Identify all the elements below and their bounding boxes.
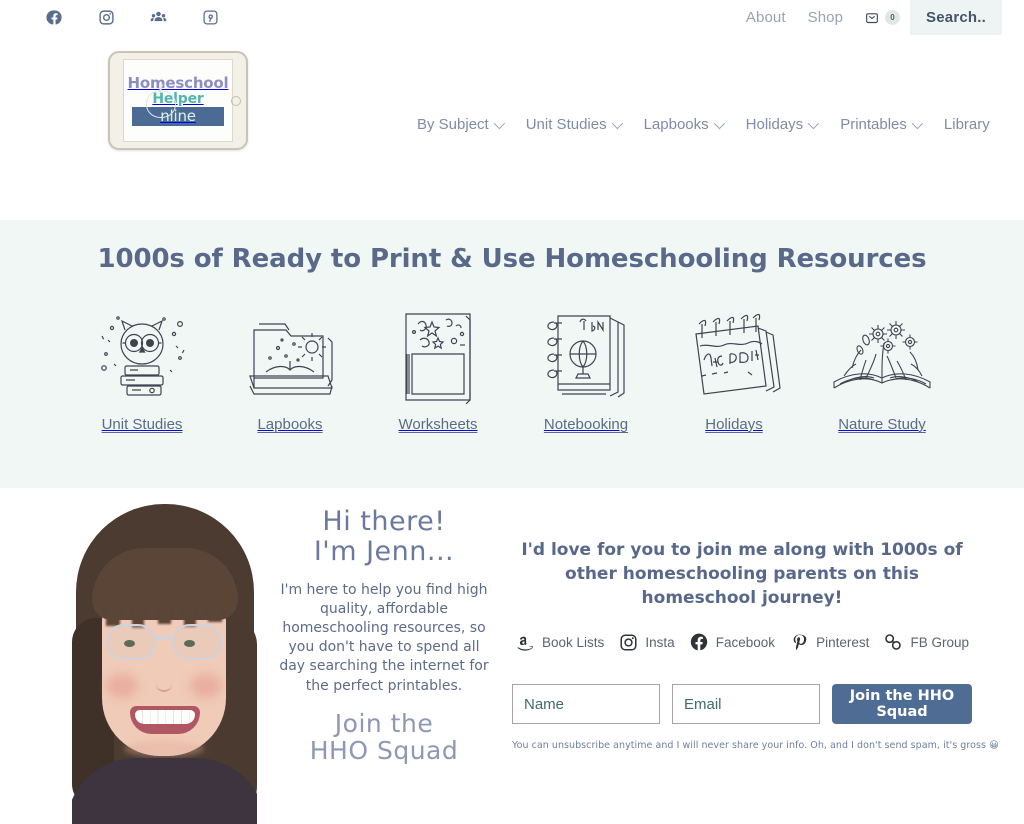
fb-group-icon[interactable] [150,9,167,26]
top-bar-right: About Shop 0 Search.. [735,0,1002,35]
open-folder-book-icon [240,304,340,404]
nav-label: Printables [840,116,907,133]
chevron-down-icon [493,117,505,129]
jenn-cta-line-1: Join the [334,708,434,738]
chevron-down-icon [911,117,923,129]
social-link-insta[interactable]: Insta [618,632,675,652]
owl-on-books-icon [94,304,190,404]
site-header: Homeschool Helper nline By Subject Unit … [0,34,1024,220]
name-input[interactable] [512,684,660,725]
nav-item-lapbooks[interactable]: Lapbooks [632,116,734,133]
nav-item-holidays[interactable]: Holidays [734,116,829,133]
social-link-book-lists[interactable]: Book Lists [515,632,604,652]
category-label: Nature Study [838,416,926,433]
category-unit-studies[interactable]: Unit Studies [68,304,216,433]
pinterest-icon [789,632,809,652]
jenn-intro-card: Hi there! I'm Jenn... I'm here to help y… [72,498,507,824]
cart-count-badge: 0 [885,9,901,25]
category-label: Unit Studies [101,416,183,433]
nav-label: Library [943,116,990,133]
link-chain-icon [883,632,903,652]
top-bar-social-links [46,9,219,26]
search-button[interactable]: Search.. [910,0,1002,35]
jenn-cta-line-2: HHO Squad [309,736,459,766]
jenn-greeting-line-1: Hi there! [322,506,446,537]
topbar-link-shop[interactable]: Shop [797,9,854,26]
social-link-pinterest[interactable]: Pinterest [789,632,869,652]
category-label: Worksheets [398,416,478,433]
social-label: FB Group [910,634,969,650]
chevron-down-icon [611,117,623,129]
nav-label: By Subject [417,116,489,133]
category-notebooking[interactable]: Notebooking [512,304,660,433]
social-label: Insta [645,634,675,650]
nav-item-by-subject[interactable]: By Subject [405,116,514,133]
category-worksheets[interactable]: Worksheets [364,304,512,433]
avatar [72,498,257,824]
category-label: Holidays [705,416,763,433]
instagram-icon[interactable] [98,9,115,26]
nav-label: Lapbooks [643,116,709,133]
signup-form: Join the HHO Squad [512,684,972,725]
facebook-icon[interactable] [46,9,63,26]
join-hho-squad-button[interactable]: Join the HHO Squad [832,684,972,725]
worksheet-page-icon [398,304,478,404]
site-logo[interactable]: Homeschool Helper nline [108,51,248,150]
nav-label: Unit Studies [525,116,607,133]
amazon-icon [515,632,535,652]
hero-section: 1000s of Ready to Print & Use Homeschool… [0,220,1024,488]
top-bar: About Shop 0 Search.. [0,0,1024,35]
main-navigation: By Subject Unit Studies Lapbooks Holiday… [405,116,1002,133]
nav-item-library[interactable]: Library [932,116,1002,133]
apple-graphic [146,90,176,118]
newsletter-signup: I'd love for you to join me along with 1… [512,538,999,752]
social-label: Pinterest [816,634,870,650]
social-label: Facebook [715,634,776,650]
jenn-intro-text: Hi there! I'm Jenn... I'm here to help y… [257,498,507,824]
category-nature-study[interactable]: Nature Study [808,304,956,433]
tablet-frame: Homeschool Helper nline [108,51,248,150]
page-title: 1000s of Ready to Print & Use Homeschool… [97,244,927,274]
category-label: Notebooking [543,416,629,433]
facebook-icon [689,632,709,652]
chevron-down-icon [807,117,820,129]
chevron-down-icon [713,117,725,129]
signup-social-links: Book Lists Insta Facebook Pinterest FB G… [512,632,972,652]
spiral-notebook-icon [540,304,632,404]
signup-headline: I'd love for you to join me along with 1… [521,540,963,609]
nav-item-printables[interactable]: Printables [828,116,932,133]
category-lapbooks[interactable]: Lapbooks [216,304,364,433]
logo-band: nline [131,106,225,126]
jenn-bio-text: I'm here to help you find high quality, … [279,581,489,694]
open-book-flowers-icon [826,304,938,404]
category-label: Lapbooks [257,416,323,433]
topbar-link-about[interactable]: About [735,9,797,26]
social-label: Book Lists [542,634,605,650]
pinterest-icon[interactable] [202,9,219,26]
logo-screen: Homeschool Helper nline [123,59,233,142]
category-row: Unit Studies Lapbooks Worksheets Noteboo… [0,304,1024,433]
nav-item-unit-studies[interactable]: Unit Studies [514,116,632,133]
nav-label: Holidays [745,116,804,133]
holiday-calendar-icon [682,304,786,404]
cart-icon [864,9,880,26]
logo-line-1: Homeschool [127,73,229,92]
social-link-facebook[interactable]: Facebook [689,632,775,652]
instagram-icon [618,632,638,652]
about-and-signup-section: Hi there! I'm Jenn... I'm here to help y… [0,488,1024,824]
social-link-fb-group[interactable]: FB Group [883,632,969,652]
signup-disclaimer: You can unsubscribe anytime and I will n… [512,740,999,752]
cart-button[interactable]: 0 [854,9,910,26]
category-holidays[interactable]: Holidays [660,304,808,433]
email-input[interactable] [672,684,820,725]
jenn-greeting-line-2: I'm Jenn... [313,536,455,568]
